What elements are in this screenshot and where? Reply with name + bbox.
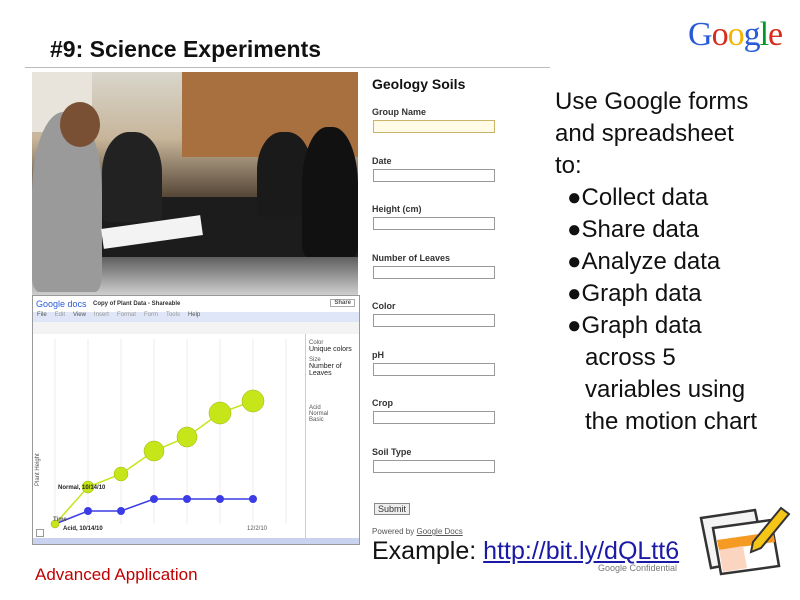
menu-item[interactable]: Form [144,312,158,318]
size-select[interactable]: Number of Leaves [309,363,359,377]
example-link[interactable]: http://bit.ly/dQLtt6 [483,537,679,565]
tooltip-normal: Normal, 10/14/10 [58,485,106,491]
field-label: Height (cm) [372,204,422,214]
bullet-item: ●Share data [567,216,699,243]
google-logo: Google [688,16,783,53]
bullet-continuation: variables using [585,376,746,403]
form-field: Group Name [370,107,500,156]
acid-point [183,495,191,503]
spreadsheet-screenshot: Google docs Copy of Plant Data - Shareabl… [32,295,360,545]
field-input[interactable] [373,217,495,230]
intro-line: Use Google forms [555,88,749,115]
example-label: Example: [372,537,477,565]
menu-item[interactable]: File [37,312,47,318]
acid-point [84,507,92,515]
form-field: pH [370,350,500,399]
normal-point [113,466,129,482]
acid-point [249,495,257,503]
field-input[interactable] [373,265,495,279]
submit-button[interactable]: Submit [374,503,411,515]
color-select[interactable]: Unique colors [309,346,359,353]
field-input[interactable] [373,314,495,327]
field-input[interactable] [373,362,495,376]
play-button[interactable] [36,529,44,537]
select-item[interactable]: Basic [309,417,359,423]
chart-options-panel: Color Unique colors Size Number of Leave… [305,334,359,539]
intro-line: to: [555,152,582,179]
field-input[interactable] [373,168,495,182]
tooltip-acid: Acid, 10/14/10 [63,526,103,532]
sheet-tabs [33,538,359,544]
x-axis-label: Time [53,517,67,523]
field-input[interactable] [373,459,495,473]
normal-point [143,440,165,462]
acid-point [117,507,125,515]
menu-bar: File Edit View Insert Format Form Tools Help [33,312,359,322]
form-title: Geology Soils [372,76,466,92]
field-label: Soil Type [372,446,412,457]
form-field: Crop [370,398,500,447]
field-input[interactable] [373,120,495,133]
field-label: Date [372,155,392,166]
doc-title: Copy of Plant Data - Shareable [93,301,181,307]
menu-item[interactable]: View [73,312,86,318]
footer-label: Advanced Application [35,565,198,584]
normal-point [208,401,232,425]
acid-point [150,495,158,503]
example-line: Example: http://bit.ly/dQLtt6 [372,537,679,566]
normal-point [241,389,265,413]
bullet-item: ●Graph data [567,312,702,339]
form-field: Number of Leaves [370,253,500,302]
google-docs-link[interactable]: Google Docs [416,527,462,536]
menu-item[interactable]: Insert [94,312,109,318]
students-photo [32,72,358,295]
google-form: Geology Soils Group Name Date Height (cm) N… [370,72,500,542]
title-divider [25,67,550,68]
form-field: Date [370,156,500,205]
chart-toolbar [33,322,359,334]
form-field: Color [370,301,500,350]
menu-item[interactable]: Edit [55,312,65,318]
form-field: Height (cm) [370,204,500,253]
powered-by: Powered by Google Docs [372,527,500,536]
field-label: Crop [372,398,393,408]
spreadsheet-pencil-icon [699,506,791,576]
field-label: Color [372,301,396,311]
slide-title: #9: Science Experiments [50,36,322,62]
menu-item[interactable]: Help [188,312,200,318]
bullet-item: ●Graph data [567,280,702,307]
intro-line: and spreadsheet [555,120,734,147]
field-label: pH [372,349,384,360]
bullet-continuation: across 5 [585,344,676,371]
bullet-item: ●Analyze data [567,248,721,275]
share-button[interactable]: Share [330,299,355,307]
motion-chart: Normal, 10/14/10 Acid, 10/14/10 [50,339,287,532]
bullet-item: ●Collect data [567,184,709,211]
field-label: Group Name [372,107,427,117]
docs-logo: Google docs [36,299,87,309]
menu-item[interactable]: Format [117,312,136,318]
y-axis-label: Plant Height [35,453,41,486]
bullet-text: Use Google forms and spreadsheet to: ●Co… [555,86,757,438]
form-field: Soil Type [370,447,500,496]
field-input[interactable] [373,411,495,424]
field-label: Number of Leaves [372,252,451,263]
acid-point [216,495,224,503]
menu-item[interactable]: Tools [166,312,180,318]
normal-point [176,426,198,448]
time-value: 12/2/10 [247,526,268,532]
bullet-continuation: the motion chart [585,408,758,435]
powered-prefix: Powered by [372,527,415,536]
